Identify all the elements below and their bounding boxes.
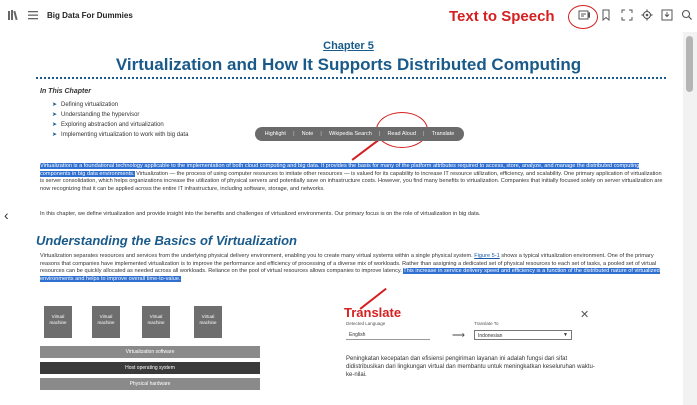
virtual-machine-box: Virtual machine [44, 306, 72, 338]
text-to-speech-annotation: Text to Speech [449, 8, 555, 25]
book-title: Big Data For Dummies [47, 11, 133, 20]
paragraph-basics: Virtualization separates resources and s… [40, 253, 660, 282]
previous-page-icon[interactable]: ‹ [4, 207, 9, 223]
virtual-machine-box: Virtual machine [92, 306, 120, 338]
virtualization-software-layer: Virtualization software [40, 346, 260, 358]
chapter-title: Virtualization and How It Supports Distr… [115, 55, 582, 74]
paragraph-focus: In this chapter, we define virtualizatio… [40, 211, 481, 217]
virtual-machine-box: Virtual machine [142, 306, 170, 338]
host-os-layer: Host operating system [40, 362, 260, 374]
in-this-chapter-heading: In This Chapter [40, 88, 91, 95]
expand-icon[interactable] [621, 9, 633, 24]
search-icon[interactable] [681, 9, 693, 24]
note-button[interactable]: Note [302, 131, 314, 137]
physical-hardware-layer: Physical hardware [40, 378, 260, 390]
tts-highlight-circle [568, 5, 598, 29]
target-language-select[interactable]: Indonesian ▼ [474, 330, 572, 340]
vertical-scrollbar[interactable] [683, 32, 697, 405]
settings-icon[interactable] [641, 9, 653, 24]
target-language-label: Translate To [474, 321, 499, 326]
toc-item: ➤ Defining virtualization [52, 102, 119, 108]
wikipedia-search-button[interactable]: Wikipedia Search [329, 131, 372, 137]
library-icon[interactable] [7, 9, 19, 24]
arrow-right-icon: ⟶ [452, 330, 465, 340]
hamburger-icon[interactable] [27, 9, 39, 24]
translate-annotation: Translate [344, 305, 402, 320]
chapter-toc: ➤ Defining virtualization ➤ Understanding … [52, 100, 188, 140]
selection-toolbar: Highlight | Note | Wikipedia Search | Re… [255, 127, 464, 141]
paragraph-intro: Virtualization is a foundational technol… [40, 163, 663, 192]
chapter-number: Chapter 5 [323, 40, 374, 52]
toc-item: ➤ Exploring abstraction and virtualizatio… [52, 122, 164, 128]
arrow-bullet-icon: ➤ [52, 132, 58, 138]
detected-language-field: English [346, 330, 430, 340]
detected-language-label: Detected Language [346, 321, 386, 326]
toc-item: ➤ Implementing virtualization to work wit… [52, 132, 189, 138]
translate-button[interactable]: Translate [432, 131, 455, 137]
figure-link[interactable]: Figure 5-1 [474, 253, 500, 259]
highlight-button[interactable]: Highlight [265, 131, 286, 137]
download-icon[interactable] [661, 9, 673, 24]
close-icon[interactable]: ✕ [580, 308, 589, 321]
section-heading: Understanding the Basics of Virtualizati… [36, 233, 297, 248]
toc-item: ➤ Understanding the hypervisor [52, 112, 140, 118]
chapter-divider [36, 77, 666, 79]
translation-result: Peningkatan kecepatan dan efisiensi peng… [346, 356, 595, 378]
virtualization-figure: Virtual machine Virtual machine Virtual … [40, 306, 260, 396]
bookmark-icon[interactable] [601, 9, 611, 24]
chevron-down-icon: ▼ [563, 332, 568, 338]
arrow-bullet-icon: ➤ [52, 122, 58, 128]
arrow-bullet-icon: ➤ [52, 112, 58, 118]
virtual-machine-box: Virtual machine [194, 306, 222, 338]
arrow-bullet-icon: ➤ [52, 102, 58, 108]
read-aloud-button[interactable]: Read Aloud [387, 131, 415, 137]
